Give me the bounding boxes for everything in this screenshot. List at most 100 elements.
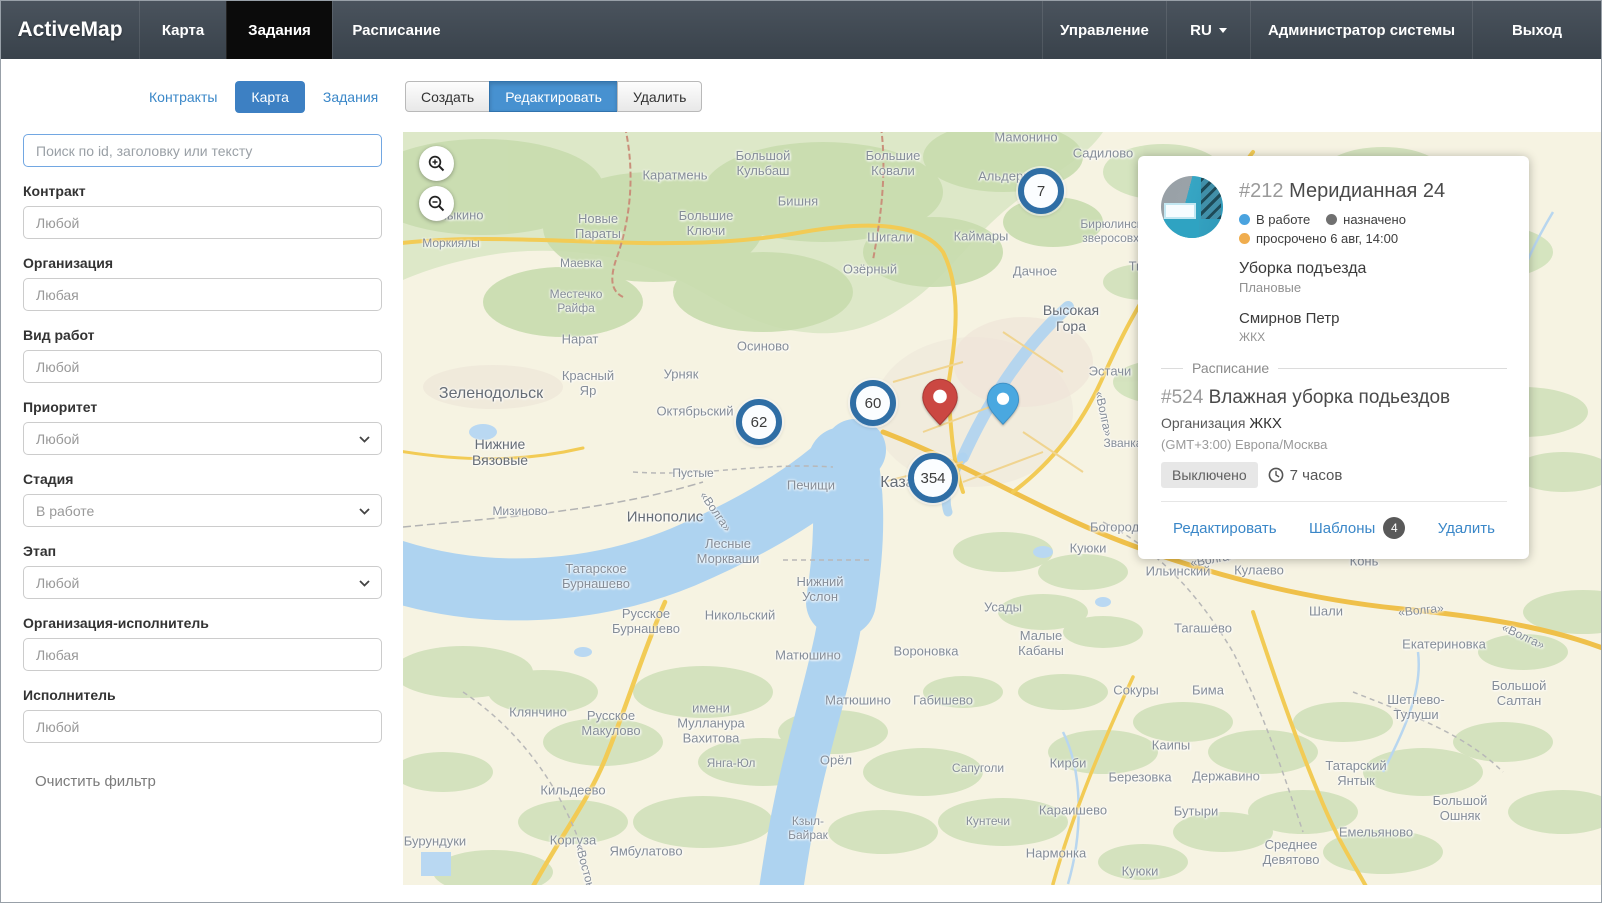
chevron-down-icon — [359, 508, 370, 515]
filters-sidebar: Контракт Организация Вид работ Приоритет… — [23, 134, 382, 791]
activemap-app: ActiveMap Карта Задания Расписание Управ… — [0, 0, 1602, 903]
schedule-title: #524 Влажная уборка подьездов — [1161, 387, 1507, 409]
schedule-id: #524 — [1161, 387, 1203, 408]
organization-filter-input[interactable] — [23, 278, 382, 311]
chevron-down-icon — [359, 580, 370, 587]
filter-label: Исполнитель — [23, 687, 382, 704]
cluster-marker[interactable]: 354 — [908, 453, 958, 503]
task-address: Меридианная 24 — [1289, 180, 1445, 202]
nav-tab-schedule[interactable]: Расписание — [332, 1, 460, 59]
schedule-interval: 7 часов — [1268, 467, 1343, 484]
filter-group-priority: Приоритет Любой — [23, 399, 382, 455]
language-label: RU — [1190, 22, 1212, 39]
schedule-templates-link[interactable]: Шаблоны — [1309, 520, 1375, 537]
nav-tab-tasks[interactable]: Задания — [226, 1, 332, 59]
stage-select[interactable]: В работе — [23, 494, 382, 527]
nav-item-management[interactable]: Управление — [1042, 1, 1166, 59]
status-row-overdue: просрочено 6 авг, 14:00 — [1239, 231, 1507, 246]
select-value: Любой — [36, 431, 79, 447]
templates-wrap: Шаблоны 4 — [1309, 517, 1405, 539]
magnifier-plus-icon — [428, 155, 445, 172]
schedule-section-label: Расписание — [1192, 360, 1269, 376]
chevron-down-icon — [359, 436, 370, 443]
select-value: В работе — [36, 503, 94, 519]
filter-label: Этап — [23, 543, 382, 560]
edit-button[interactable]: Редактировать — [489, 81, 618, 112]
filter-group-executor-org: Организация-исполнитель — [23, 615, 382, 671]
phase-select[interactable]: Любой — [23, 566, 382, 599]
search-input[interactable] — [23, 134, 382, 167]
schedule-delete-link[interactable]: Удалить — [1438, 520, 1495, 537]
task-popup-card: #212 Меридианная 24 В работе назначено — [1138, 156, 1529, 559]
subnav-tabs: Контракты Карта Задания — [149, 81, 378, 113]
subtab-contracts[interactable]: Контракты — [149, 89, 217, 105]
filter-group-organization: Организация — [23, 255, 382, 311]
work-type: Уборка подъезда — [1239, 260, 1507, 278]
task-pin-red[interactable] — [921, 378, 959, 431]
zoom-in-button[interactable] — [419, 146, 454, 181]
schedule-timezone: (GMT+3:00) Европа/Москва — [1161, 437, 1507, 452]
task-title: #212 Меридианная 24 — [1239, 180, 1507, 203]
filter-label: Приоритет — [23, 399, 382, 416]
divider-line — [1278, 368, 1507, 369]
status-dot-orange — [1239, 233, 1250, 244]
templates-count-badge[interactable]: 4 — [1383, 517, 1405, 539]
task-photo-avatar[interactable] — [1161, 176, 1223, 238]
status-label: просрочено 6 авг, 14:00 — [1256, 231, 1398, 246]
task-actions-group: Создать Редактировать Удалить — [405, 81, 702, 112]
interval-label: 7 часов — [1290, 467, 1343, 484]
filter-group-contract: Контракт — [23, 183, 382, 239]
status-dot-gray — [1326, 214, 1337, 225]
zoom-out-button[interactable] — [419, 186, 454, 221]
schedule-divider: Расписание — [1161, 360, 1507, 376]
work-type-filter-input[interactable] — [23, 350, 382, 383]
schedule-state-badge: Выключено — [1161, 462, 1258, 488]
filter-label: Контракт — [23, 183, 382, 200]
executor-filter-input[interactable] — [23, 710, 382, 743]
popup-actions: Редактировать Шаблоны 4 Удалить — [1161, 502, 1507, 543]
photo-stairs — [1201, 178, 1221, 219]
cluster-marker[interactable]: 7 — [1018, 168, 1064, 214]
filter-label: Вид работ — [23, 327, 382, 344]
app-logo[interactable]: ActiveMap — [1, 1, 139, 59]
status-in-progress: В работе — [1239, 212, 1310, 227]
filter-label: Организация-исполнитель — [23, 615, 382, 632]
clock-icon — [1268, 467, 1284, 483]
status-dot-blue — [1239, 214, 1250, 225]
status-label: В работе — [1256, 212, 1310, 227]
nav-item-user[interactable]: Администратор системы — [1250, 1, 1472, 59]
work-kind: Плановые — [1239, 280, 1507, 295]
filter-group-executor: Исполнитель — [23, 687, 382, 743]
popup-main: #212 Меридианная 24 В работе назначено — [1239, 176, 1507, 344]
navbar-right: Управление RU Администратор системы Выхо… — [1042, 1, 1601, 59]
nav-item-logout[interactable]: Выход — [1472, 1, 1601, 59]
status-row: В работе назначено — [1239, 212, 1507, 227]
schedule-name: Влажная уборка подьездов — [1209, 387, 1451, 408]
nav-tab-map[interactable]: Карта — [139, 1, 226, 59]
cluster-marker[interactable]: 62 — [736, 399, 782, 445]
executor-org-filter-input[interactable] — [23, 638, 382, 671]
clear-filter-link[interactable]: Очистить фильтр — [35, 773, 156, 790]
create-button[interactable]: Создать — [405, 81, 490, 112]
schedule-edit-link[interactable]: Редактировать — [1173, 520, 1277, 537]
schedule-org: Организация ЖКХ — [1161, 415, 1507, 432]
select-value: Любой — [36, 575, 79, 591]
top-navbar: ActiveMap Карта Задания Расписание Управ… — [1, 1, 1601, 59]
priority-select[interactable]: Любой — [23, 422, 382, 455]
status-assigned: назначено — [1326, 212, 1406, 227]
contract-filter-input[interactable] — [23, 206, 382, 239]
status-overdue: просрочено 6 авг, 14:00 — [1239, 231, 1398, 246]
cluster-marker[interactable]: 60 — [850, 380, 896, 426]
subtab-tasks[interactable]: Задания — [323, 89, 378, 105]
popup-header: #212 Меридианная 24 В работе назначено — [1161, 176, 1507, 344]
filter-label: Стадия — [23, 471, 382, 488]
schedule-org-label: Организация — [1161, 415, 1245, 431]
subtab-map[interactable]: Карта — [235, 81, 304, 113]
divider-line — [1161, 368, 1183, 369]
nav-item-language[interactable]: RU — [1166, 1, 1250, 59]
navbar-spacer — [460, 1, 1042, 59]
photo-wall — [1161, 219, 1199, 238]
delete-button[interactable]: Удалить — [617, 81, 702, 112]
task-pin-blue[interactable] — [986, 382, 1020, 431]
caret-down-icon — [1219, 28, 1227, 33]
